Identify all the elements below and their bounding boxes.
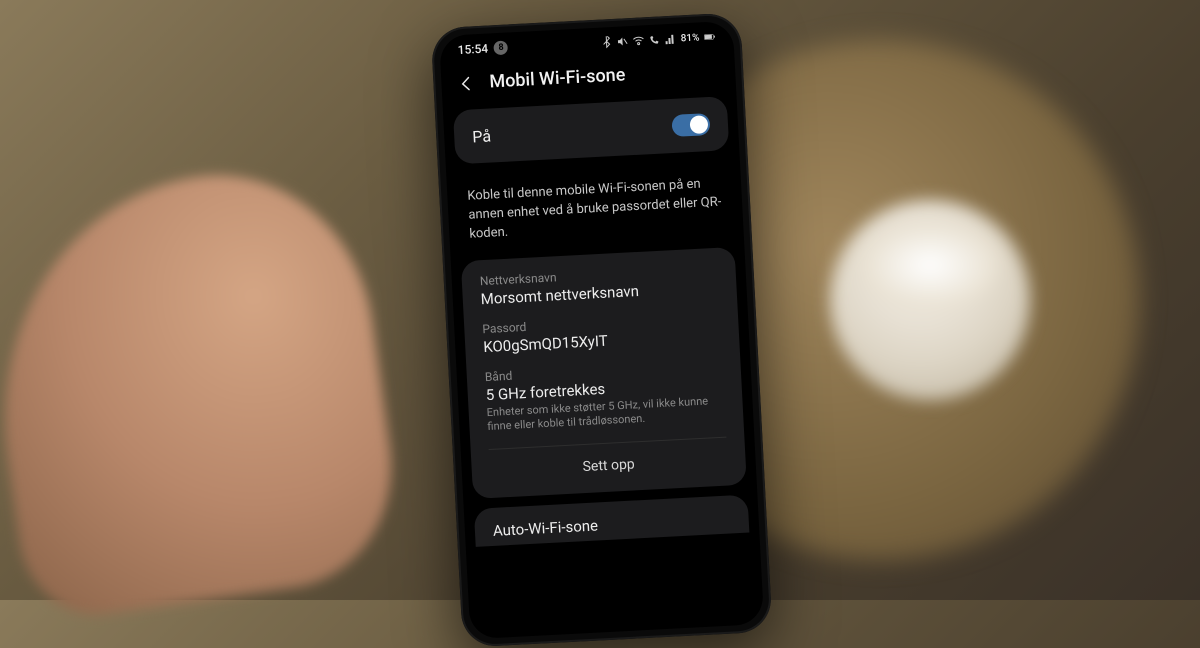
band-row[interactable]: Bånd 5 GHz foretrekkes Enheter som ikke … [484,357,725,435]
network-info-card: Nettverksnavn Morsomt nettverksnavn Pass… [461,246,747,499]
phone-frame: 15:54 8 81% Mobil Wi-Fi-sone På [431,12,773,647]
password-row[interactable]: Passord KO0gSmQD15XyIT [482,309,721,355]
signal-icon [664,33,677,46]
battery-percentage: 81% [680,32,699,44]
mute-icon [616,35,629,48]
wifi-icon [632,34,645,47]
setup-button[interactable]: Sett opp [489,438,729,492]
hotspot-description: Koble til denne mobile Wi-Fi-sonen på en… [446,159,744,261]
bluetooth-icon [600,36,613,49]
wifi-calling-icon [648,33,661,46]
background-cup [830,200,1030,400]
notification-count-badge: 8 [494,40,509,55]
auto-hotspot-title: Auto-Wi-Fi-sone [492,510,731,540]
hotspot-toggle-switch[interactable] [671,113,710,137]
toggle-label: På [472,126,492,146]
hand-holding-phone [0,156,407,625]
status-time: 15:54 [457,42,488,58]
auto-hotspot-card[interactable]: Auto-Wi-Fi-sone [474,495,750,547]
back-icon[interactable] [457,74,476,93]
toggle-knob [689,115,708,134]
page-title: Mobil Wi-Fi-sone [489,64,626,92]
battery-icon [703,31,716,44]
network-name-row[interactable]: Nettverksnavn Morsomt nettverksnavn [479,261,718,307]
phone-screen: 15:54 8 81% Mobil Wi-Fi-sone På [439,21,764,640]
